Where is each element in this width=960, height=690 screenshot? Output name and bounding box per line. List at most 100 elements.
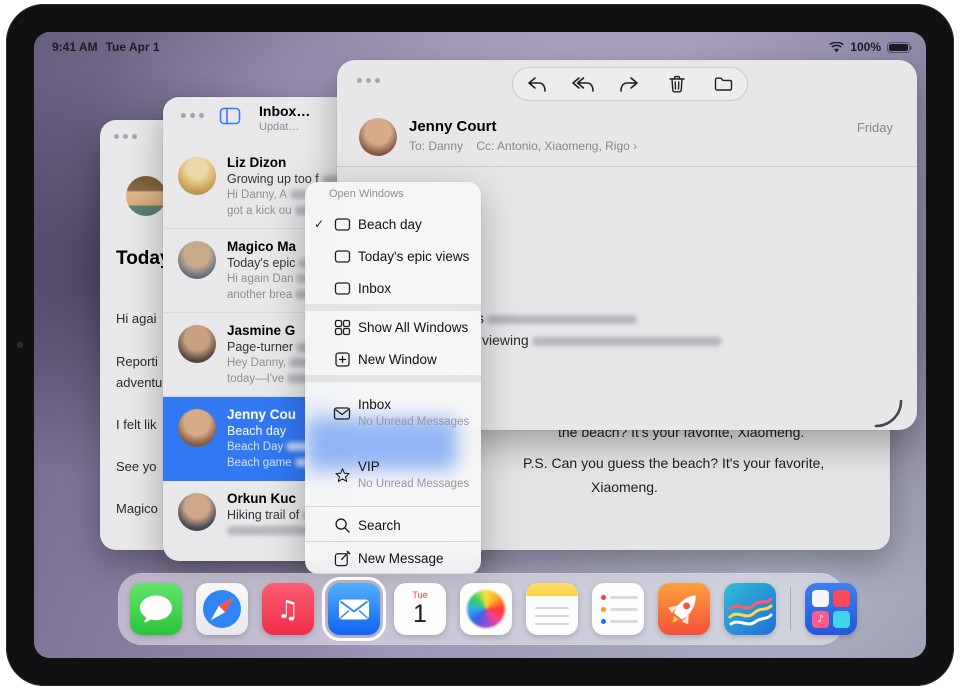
body-text-line: adventur: [116, 375, 167, 390]
new-window-icon: [334, 351, 351, 368]
avatar: [178, 325, 216, 363]
menu-separator: [305, 375, 481, 382]
cc-line: Cc: Antonio, Xiaomeng, Rigo: [476, 139, 629, 153]
message-recipients[interactable]: To: Danny Cc: Antonio, Xiaomeng, Rigo ›: [409, 139, 637, 153]
notes-band: [526, 583, 578, 596]
open-windows-menu: Open Windows ✓ Beach day Today's epic vi…: [305, 182, 481, 574]
app-library-icon[interactable]: ♪: [805, 583, 857, 635]
drawing-app-icon[interactable]: [724, 583, 776, 635]
envelope-icon: [328, 583, 380, 635]
trash-icon: [667, 74, 687, 94]
reply-button[interactable]: [519, 70, 553, 98]
window-controls[interactable]: [357, 78, 380, 83]
menu-item-vip-mailbox[interactable]: VIP No Unread Messages: [305, 444, 481, 506]
calendar-weekday: Tue: [394, 590, 446, 600]
body-text: Xiaomeng.: [591, 479, 658, 495]
rocket-app-icon[interactable]: [658, 583, 710, 635]
screen: 9:41 AM Tue Apr 1 100% Today Hi agai Rep…: [34, 32, 926, 658]
blurred-text: [487, 315, 637, 324]
mailbox-status: No Unread Messages: [358, 478, 469, 490]
forward-icon: [619, 75, 640, 94]
folder-button[interactable]: [707, 70, 741, 98]
window-icon: [334, 217, 351, 232]
messages-app-icon[interactable]: [130, 583, 182, 635]
menu-item-inbox-window[interactable]: Inbox: [305, 272, 481, 304]
message-sender: Jenny Court: [409, 118, 497, 135]
menu-item-new-message[interactable]: New Message: [305, 542, 481, 574]
rocket-icon: [658, 583, 710, 635]
status-date: Tue Apr 1: [106, 40, 160, 54]
dock: ♫ Tue 1: [118, 573, 844, 645]
grid-icon: [334, 319, 351, 336]
checkmark-icon: ✓: [314, 217, 330, 231]
front-camera: [17, 342, 23, 348]
divider: [337, 166, 917, 167]
reminders-app-icon[interactable]: [592, 583, 644, 635]
ipad-device: 9:41 AM Tue Apr 1 100% Today Hi agai Rep…: [6, 4, 954, 686]
reminder-row: [601, 607, 638, 612]
wifi-icon: [829, 42, 844, 53]
window-icon: [334, 249, 351, 264]
star-icon: [334, 467, 351, 484]
window-icon: [334, 281, 351, 296]
menu-item-beach-day[interactable]: ✓ Beach day: [305, 208, 481, 240]
body-text-line: I felt lik: [116, 417, 156, 432]
trash-button[interactable]: [660, 70, 694, 98]
avatar: [178, 157, 216, 195]
reply-all-button[interactable]: [566, 70, 600, 98]
resize-corner-icon[interactable]: [873, 398, 903, 428]
photos-app-icon[interactable]: [460, 583, 512, 635]
menu-separator: [305, 304, 481, 311]
window-controls[interactable]: [181, 113, 204, 118]
menu-item-search[interactable]: Search: [305, 509, 481, 541]
mail-app-icon[interactable]: [328, 583, 380, 635]
message-toolbar: [512, 67, 748, 101]
battery-icon: [887, 42, 910, 53]
menu-header: Open Windows: [329, 188, 404, 200]
menu-item-show-all-windows[interactable]: Show All Windows: [305, 311, 481, 343]
blurred-text: [532, 337, 722, 346]
chat-bubble-icon: [130, 583, 182, 635]
menu-item-new-window[interactable]: New Window: [305, 343, 481, 375]
flower-icon: [467, 590, 505, 628]
battery-percent: 100%: [850, 40, 881, 54]
mailbox-title: Inbox…: [259, 103, 310, 119]
reply-all-icon: [571, 75, 595, 94]
compass-icon: [196, 583, 248, 635]
music-note-icon: ♫: [262, 583, 314, 635]
body-text-fragment: viewing: [482, 332, 722, 348]
body-text-line: Reporti: [116, 354, 158, 369]
status-time: 9:41 AM: [52, 40, 98, 54]
inbox-titlebox: Inbox… Updat…: [259, 103, 310, 133]
forward-button[interactable]: [613, 70, 647, 98]
body-text-line: See yo: [116, 459, 156, 474]
notes-line: [535, 607, 569, 609]
mini-app-icon: [812, 590, 829, 607]
notes-line: [535, 623, 569, 625]
window-controls[interactable]: [114, 134, 137, 139]
body-text-line: Hi agai: [116, 311, 156, 326]
body-text-line: Magico: [116, 501, 158, 516]
avatar: [178, 409, 216, 447]
reminder-row: [601, 619, 638, 624]
avatar-jenny: [359, 118, 397, 156]
calendar-app-icon[interactable]: Tue 1: [394, 583, 446, 635]
notes-line: [535, 615, 569, 617]
body-text-fragment: s: [477, 310, 637, 326]
notes-app-icon[interactable]: [526, 583, 578, 635]
safari-app-icon[interactable]: [196, 583, 248, 635]
status-bar: 9:41 AM Tue Apr 1 100%: [34, 32, 926, 58]
menu-item-inbox-mailbox[interactable]: Inbox No Unread Messages: [305, 382, 481, 444]
avatar-sender: [126, 176, 166, 216]
mailbox-status: No Unread Messages: [358, 416, 469, 428]
mini-music-icon: ♪: [812, 611, 829, 628]
chevron-right-icon: ›: [633, 139, 637, 153]
waves-icon: [724, 583, 776, 635]
music-app-icon[interactable]: ♫: [262, 583, 314, 635]
sidebar-icon: [219, 106, 241, 126]
avatar: [178, 241, 216, 279]
sidebar-toggle-button[interactable]: [219, 106, 241, 126]
folder-icon: [713, 75, 734, 93]
menu-item-todays-epic-views[interactable]: Today's epic views: [305, 240, 481, 272]
to-line: To: Danny: [409, 139, 463, 153]
